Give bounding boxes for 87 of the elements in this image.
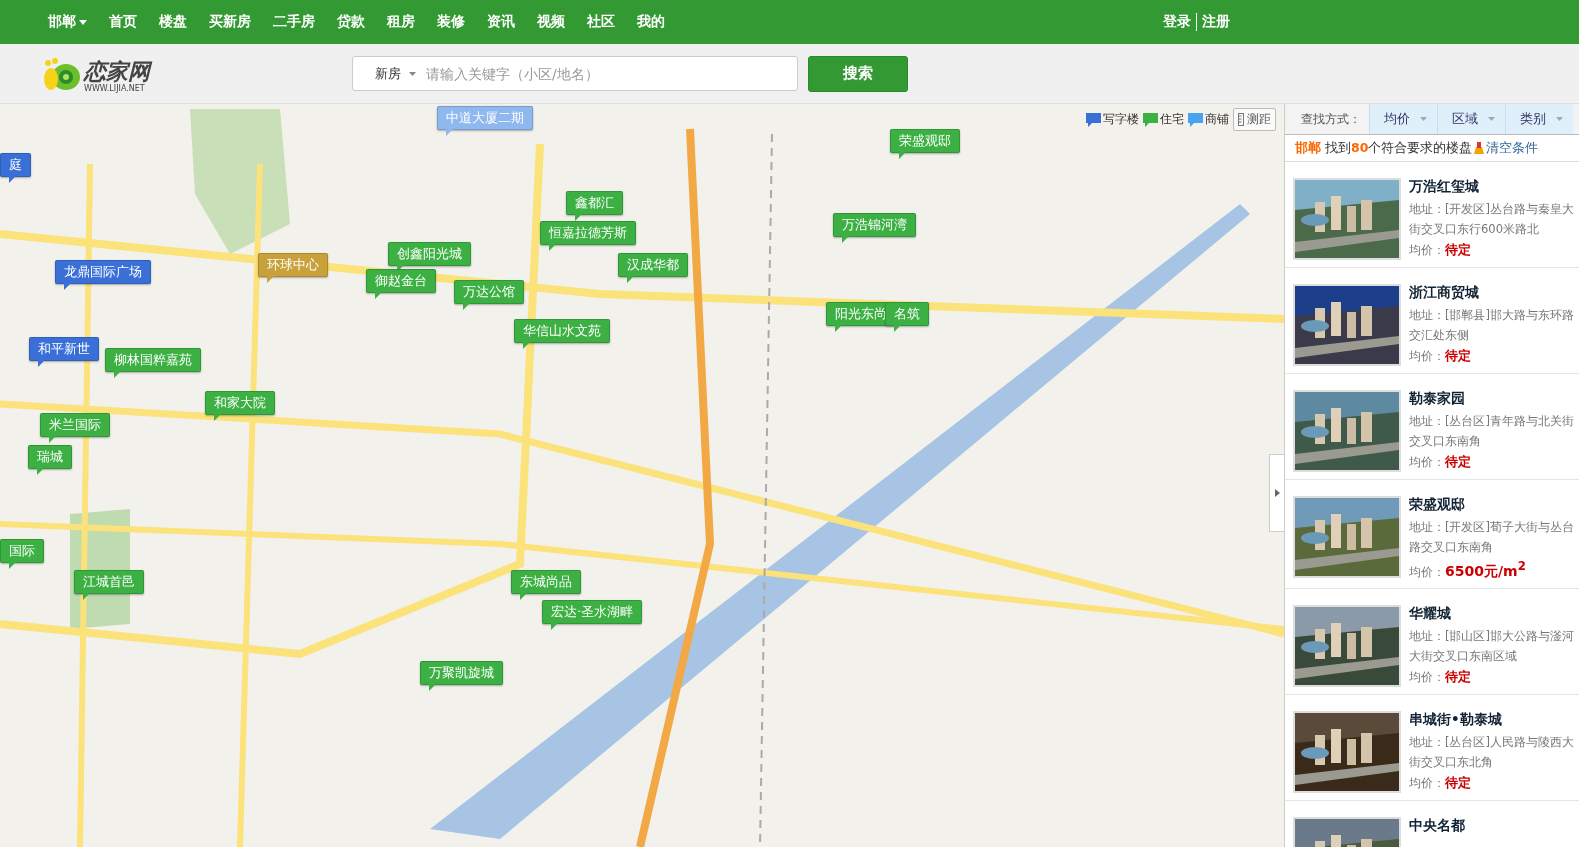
- pointer-icon: [429, 683, 437, 691]
- nav-link[interactable]: 我的: [637, 13, 665, 31]
- listing-address: 街交叉口东行600米路北: [1409, 221, 1540, 238]
- listing-address: 地址：[邯山区]邯大公路与滏河: [1409, 627, 1574, 645]
- nav-link[interactable]: 租房: [387, 13, 415, 31]
- listing-title[interactable]: 勒泰家园: [1409, 390, 1574, 408]
- nav-link[interactable]: 资讯: [487, 13, 515, 31]
- ruler-icon: [1238, 113, 1244, 126]
- pointer-icon: [64, 282, 72, 290]
- pointer-icon: [575, 213, 583, 221]
- pointer-icon: [463, 302, 471, 310]
- pointer-icon: [397, 264, 405, 272]
- register-link[interactable]: 注册: [1202, 13, 1230, 31]
- pointer-icon: [38, 359, 46, 367]
- listing-address: 地址：[开发区]荀子大街与丛台: [1409, 519, 1574, 536]
- pointer-icon: [551, 622, 559, 630]
- nav-link[interactable]: 社区: [587, 13, 615, 31]
- listing-address: 交汇处东侧: [1409, 327, 1470, 344]
- search-button[interactable]: 搜索: [808, 55, 908, 92]
- pointer-icon: [899, 151, 907, 159]
- pointer-icon: [214, 413, 222, 421]
- filter-label: 查找方式：: [1300, 110, 1362, 128]
- pointer-icon: [549, 243, 557, 251]
- logo-url: WWW.LIJIA.NET: [84, 83, 146, 93]
- pointer-icon: [9, 561, 17, 569]
- caret-icon: [1556, 117, 1563, 121]
- filter-dropdown[interactable]: 类别: [1505, 104, 1573, 134]
- pointer-icon: [835, 324, 843, 332]
- pointer-icon: [267, 275, 275, 283]
- pointer-icon: [520, 592, 528, 600]
- pointer-icon: [842, 235, 850, 243]
- pointer-icon: [83, 592, 91, 600]
- pointer-icon: [894, 324, 902, 332]
- pointer-icon: [523, 341, 531, 349]
- listing-address: 大街交叉口东南区域: [1409, 647, 1518, 665]
- listing-address: 地址：[邯郸县]邯大路与东环路: [1409, 307, 1574, 324]
- listing-title[interactable]: 中央名都: [1409, 816, 1465, 835]
- login-link[interactable]: 登录: [1163, 13, 1191, 31]
- listing-title[interactable]: 荣盛观邸: [1409, 496, 1574, 514]
- caret-icon: [1488, 117, 1495, 121]
- listing-price: 均价：6500元/m$^{2}$: [1409, 559, 1527, 581]
- caret-icon: [1420, 117, 1427, 121]
- measure-button[interactable]: 测距: [1233, 108, 1276, 131]
- pointer-icon: [375, 291, 383, 299]
- listing-address: 交叉口东南角: [1409, 433, 1482, 450]
- search-field[interactable]: 新房 请输入关键字（小区/地名）: [352, 56, 798, 91]
- pointer-icon: [446, 128, 454, 136]
- nav-link[interactable]: 二手房: [273, 13, 315, 31]
- caret-icon: [409, 71, 416, 76]
- listing-title[interactable]: 串城街•勒泰城: [1409, 710, 1574, 729]
- listing-price: 均价：待定: [1409, 453, 1472, 471]
- filter-dropdown[interactable]: 区域: [1437, 104, 1505, 134]
- pointer-icon: [627, 275, 635, 283]
- listing-address: 地址：[丛台区]人民路与陵西大: [1409, 733, 1574, 751]
- listing-title[interactable]: 浙江商贸城: [1409, 284, 1574, 302]
- listing-title[interactable]: 华耀城: [1409, 604, 1574, 623]
- filter-dropdown[interactable]: 均价: [1369, 104, 1437, 134]
- pointer-icon: [9, 175, 17, 183]
- listing-price: 均价：待定: [1409, 347, 1472, 365]
- pointer-icon: [37, 467, 45, 475]
- listing-address: 路交叉口东南角: [1409, 539, 1494, 556]
- listing-address: 地址：[开发区]丛台路与秦皇大: [1409, 201, 1574, 218]
- nav-link[interactable]: 贷款: [337, 13, 365, 31]
- legend-label: 住宅: [1160, 111, 1184, 128]
- pointer-icon: [114, 370, 122, 378]
- listing-price: 均价：待定: [1409, 241, 1472, 259]
- legend-label: 写字楼: [1103, 111, 1139, 128]
- nav-link[interactable]: 装修: [437, 13, 465, 31]
- caret-icon: [79, 19, 87, 25]
- nav-link[interactable]: 首页: [109, 13, 137, 31]
- listing-price: 均价：待定: [1409, 773, 1472, 792]
- listing-title[interactable]: 万浩红玺城: [1409, 178, 1574, 196]
- city-dropdown[interactable]: 邯郸: [48, 13, 87, 31]
- listing-price: 均价：待定: [1409, 667, 1472, 686]
- listing-address: 街交叉口东北角: [1409, 753, 1494, 771]
- map-marker[interactable]: 创鑫阳光城: [388, 242, 471, 266]
- collapse-handle[interactable]: [1269, 454, 1284, 532]
- legend-label: 商铺: [1205, 111, 1229, 128]
- listing-address: 地址：[丛台区]青年路与北关街: [1409, 413, 1574, 430]
- nav-link[interactable]: 视频: [537, 13, 565, 31]
- nav-link[interactable]: 买新房: [209, 13, 251, 31]
- result-summary: 邯郸 找到80个符合要求的楼盘: [1295, 139, 1473, 157]
- pointer-icon: [49, 435, 57, 443]
- clear-link[interactable]: 清空条件: [1486, 139, 1539, 157]
- broom-icon: [1472, 141, 1487, 155]
- search-type-dropdown[interactable]: 新房: [353, 64, 424, 83]
- nav-link[interactable]: 楼盘: [159, 13, 187, 31]
